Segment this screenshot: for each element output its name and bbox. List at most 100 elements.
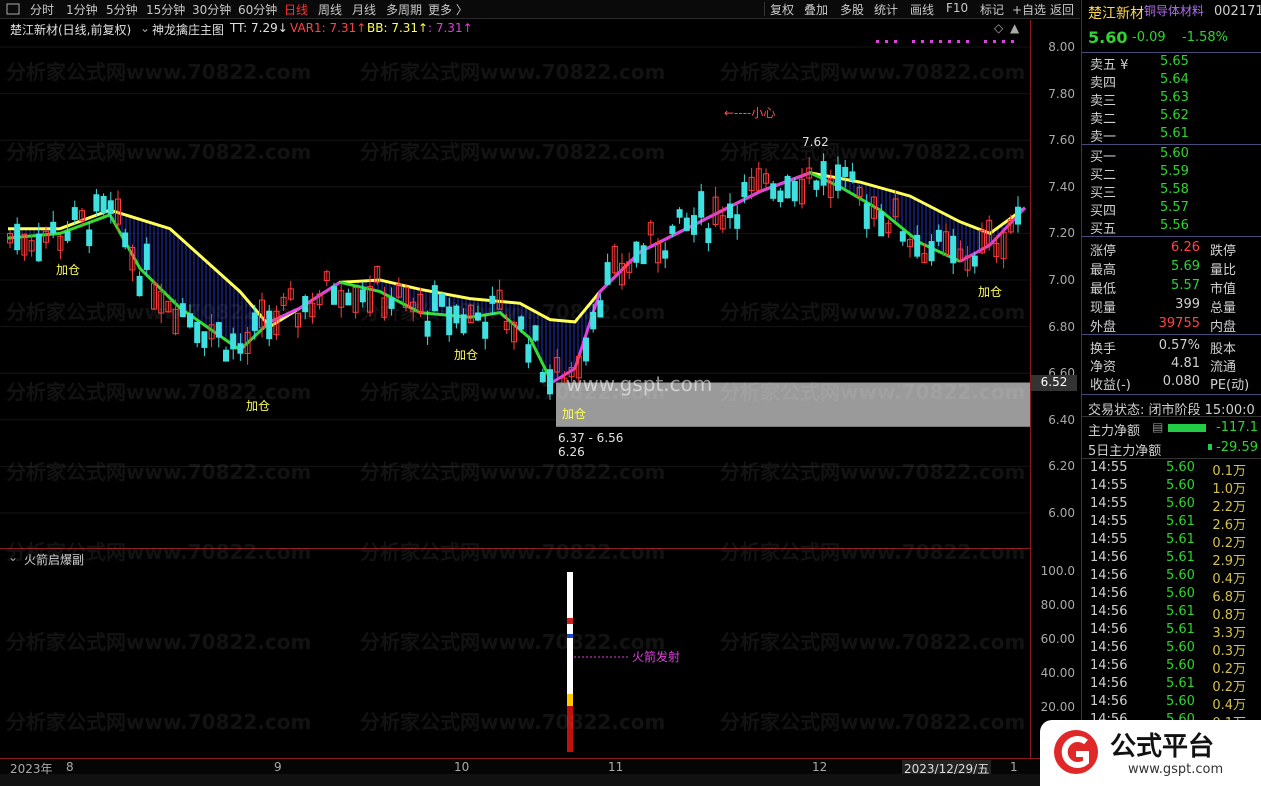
ask-row[interactable]: 卖一 5.61 xyxy=(1090,126,1260,145)
period-tab-more[interactable]: 更多 〉 xyxy=(428,1,468,18)
tick-row: 14:55 5.60 0.1万 xyxy=(1090,460,1260,479)
tick-volume: 2.2万 xyxy=(1212,500,1246,515)
bid-row[interactable]: 买三 5.58 xyxy=(1090,182,1260,201)
candle-body xyxy=(640,245,647,265)
candle-body xyxy=(734,214,741,229)
tick-time: 14:56 xyxy=(1090,604,1128,619)
yellow-curve xyxy=(8,171,1026,329)
period-tab-30min[interactable]: 30分钟 xyxy=(192,1,231,18)
signal-dot xyxy=(930,40,933,43)
main-net5-value: -29.59 xyxy=(1216,440,1258,455)
period-tab-5min[interactable]: 5分钟 xyxy=(106,1,138,18)
tick-row: 14:56 5.61 2.9万 xyxy=(1090,550,1260,569)
stat-row: 现量 399 总量 xyxy=(1090,297,1260,316)
bid-row[interactable]: 买四 5.57 xyxy=(1090,200,1260,219)
back-button[interactable]: 返回 xyxy=(1050,1,1074,18)
panel-sector-tag[interactable]: 铜导体材料 xyxy=(1144,2,1204,19)
candle-body xyxy=(698,191,705,218)
stat2-value: 0.57% xyxy=(1158,338,1200,353)
launch-label: 火箭发射 xyxy=(632,649,680,664)
candle-body xyxy=(813,180,820,190)
candle-body xyxy=(475,312,481,321)
ask-row[interactable]: 卖二 5.62 xyxy=(1090,108,1260,127)
candle-body xyxy=(201,331,208,348)
period-tab-daily[interactable]: 日线 xyxy=(284,1,308,18)
stat-label: 外盘 xyxy=(1090,320,1117,335)
period-tab-multi[interactable]: 多周期 xyxy=(386,1,422,18)
tick-row: 14:56 5.60 0.4万 xyxy=(1090,694,1260,713)
price-tick: 8.00 xyxy=(1048,40,1075,54)
diamond-icon[interactable]: ◇ xyxy=(994,21,1003,35)
rocket-fire xyxy=(567,694,573,706)
price-tick: 6.00 xyxy=(1048,506,1075,520)
ask-row[interactable]: 卖四 5.64 xyxy=(1090,72,1260,91)
add-favorite-button[interactable]: +自选 xyxy=(1012,1,1046,18)
period-toolbar: 分时 1分钟 5分钟 15分钟 30分钟 60分钟 日线 周线 月线 多周期 更… xyxy=(0,0,1080,19)
sub-toggle-icon[interactable]: ⌄ xyxy=(8,550,18,564)
main-kline-chart[interactable]: 加仓 加仓 加仓 加仓 加仓 ←----小心 7.62 6.37 - 6.56 6.26 www.… xyxy=(0,38,1030,548)
ask-price: 5.63 xyxy=(1160,90,1189,105)
bb-value: BB: 7.31↑ xyxy=(367,21,429,35)
rocket-flame xyxy=(567,706,573,752)
brand-logo-icon xyxy=(1054,730,1098,774)
bid-price: 5.58 xyxy=(1160,182,1189,197)
bid-row[interactable]: 买二 5.59 xyxy=(1090,164,1260,183)
add-position-label: 加仓 xyxy=(246,399,270,413)
statistics-button[interactable]: 统计 xyxy=(874,1,898,18)
brand-logo-text: 公式平台 xyxy=(1110,732,1215,762)
tick-price: 5.61 xyxy=(1166,622,1195,637)
stat-value: 399 xyxy=(1175,297,1200,312)
draw-line-button[interactable]: 画线 xyxy=(910,1,934,18)
price-tick: 7.60 xyxy=(1048,133,1075,148)
period-tab-60min[interactable]: 60分钟 xyxy=(238,1,277,18)
tick-time: 14:56 xyxy=(1090,622,1128,637)
candle-body xyxy=(107,200,114,214)
scroll-up-icon[interactable]: ▲ xyxy=(1010,21,1019,35)
price-tick: 7.00 xyxy=(1048,273,1075,287)
list-icon[interactable]: ▤ xyxy=(1152,420,1163,434)
period-tab-1min[interactable]: 1分钟 xyxy=(66,1,98,18)
ask-label: 卖二 xyxy=(1090,112,1117,127)
f10-button[interactable]: F10 xyxy=(946,1,968,15)
signal-dot xyxy=(912,40,915,43)
candle-body xyxy=(86,229,93,247)
stat2-label: 换手 xyxy=(1090,342,1117,357)
multi-stock-button[interactable]: 多股 xyxy=(840,1,864,18)
sub-indicator-chart[interactable]: 火箭发射 xyxy=(0,566,1030,758)
tick-price: 5.61 xyxy=(1166,676,1195,691)
brand-logo-url: www.gspt.com xyxy=(1128,762,1224,777)
candle-body xyxy=(35,233,42,262)
sub-tick: 20.00 xyxy=(1040,700,1075,714)
signal-dot xyxy=(948,40,951,43)
indicator-name[interactable]: 神龙擒庄主图 xyxy=(152,21,224,38)
period-tab-15min[interactable]: 15分钟 xyxy=(146,1,185,18)
candle-body xyxy=(489,295,496,304)
candle-body xyxy=(777,190,784,203)
candle-body xyxy=(179,303,186,318)
overlay-button[interactable]: 叠加 xyxy=(804,1,828,18)
candle-body xyxy=(230,333,237,350)
window-menu-icon[interactable] xyxy=(6,3,20,15)
mark-button[interactable]: 标记 xyxy=(980,1,1004,18)
low-price-label: 6.26 xyxy=(558,445,585,459)
ask-row[interactable]: 卖三 5.63 xyxy=(1090,90,1260,109)
period-tab-weekly[interactable]: 周线 xyxy=(318,1,342,18)
period-tab-fenshi[interactable]: 分时 xyxy=(30,1,54,18)
signal-dot xyxy=(939,40,942,43)
bid-label: 买二 xyxy=(1090,168,1117,183)
status-bar xyxy=(0,774,1080,786)
restore-rights-button[interactable]: 复权 xyxy=(770,1,794,18)
candle-body xyxy=(345,292,352,306)
panel-change-pct: -1.58% xyxy=(1182,30,1228,45)
period-tab-monthly[interactable]: 月线 xyxy=(352,1,376,18)
bid-row[interactable]: 买一 5.60 xyxy=(1090,146,1260,165)
ask-row[interactable]: 卖五 ¥ 5.65 xyxy=(1090,54,1260,73)
candle-body xyxy=(532,325,539,341)
xaxis-label: 9 xyxy=(274,760,282,774)
bid-price: 5.56 xyxy=(1160,218,1189,233)
candle-body xyxy=(539,371,546,383)
indicator-toggle-icon[interactable]: ⌄ xyxy=(140,21,150,35)
tick-time: 14:55 xyxy=(1090,532,1128,547)
tick-time: 14:56 xyxy=(1090,676,1128,691)
bid-row[interactable]: 买五 5.56 xyxy=(1090,218,1260,237)
